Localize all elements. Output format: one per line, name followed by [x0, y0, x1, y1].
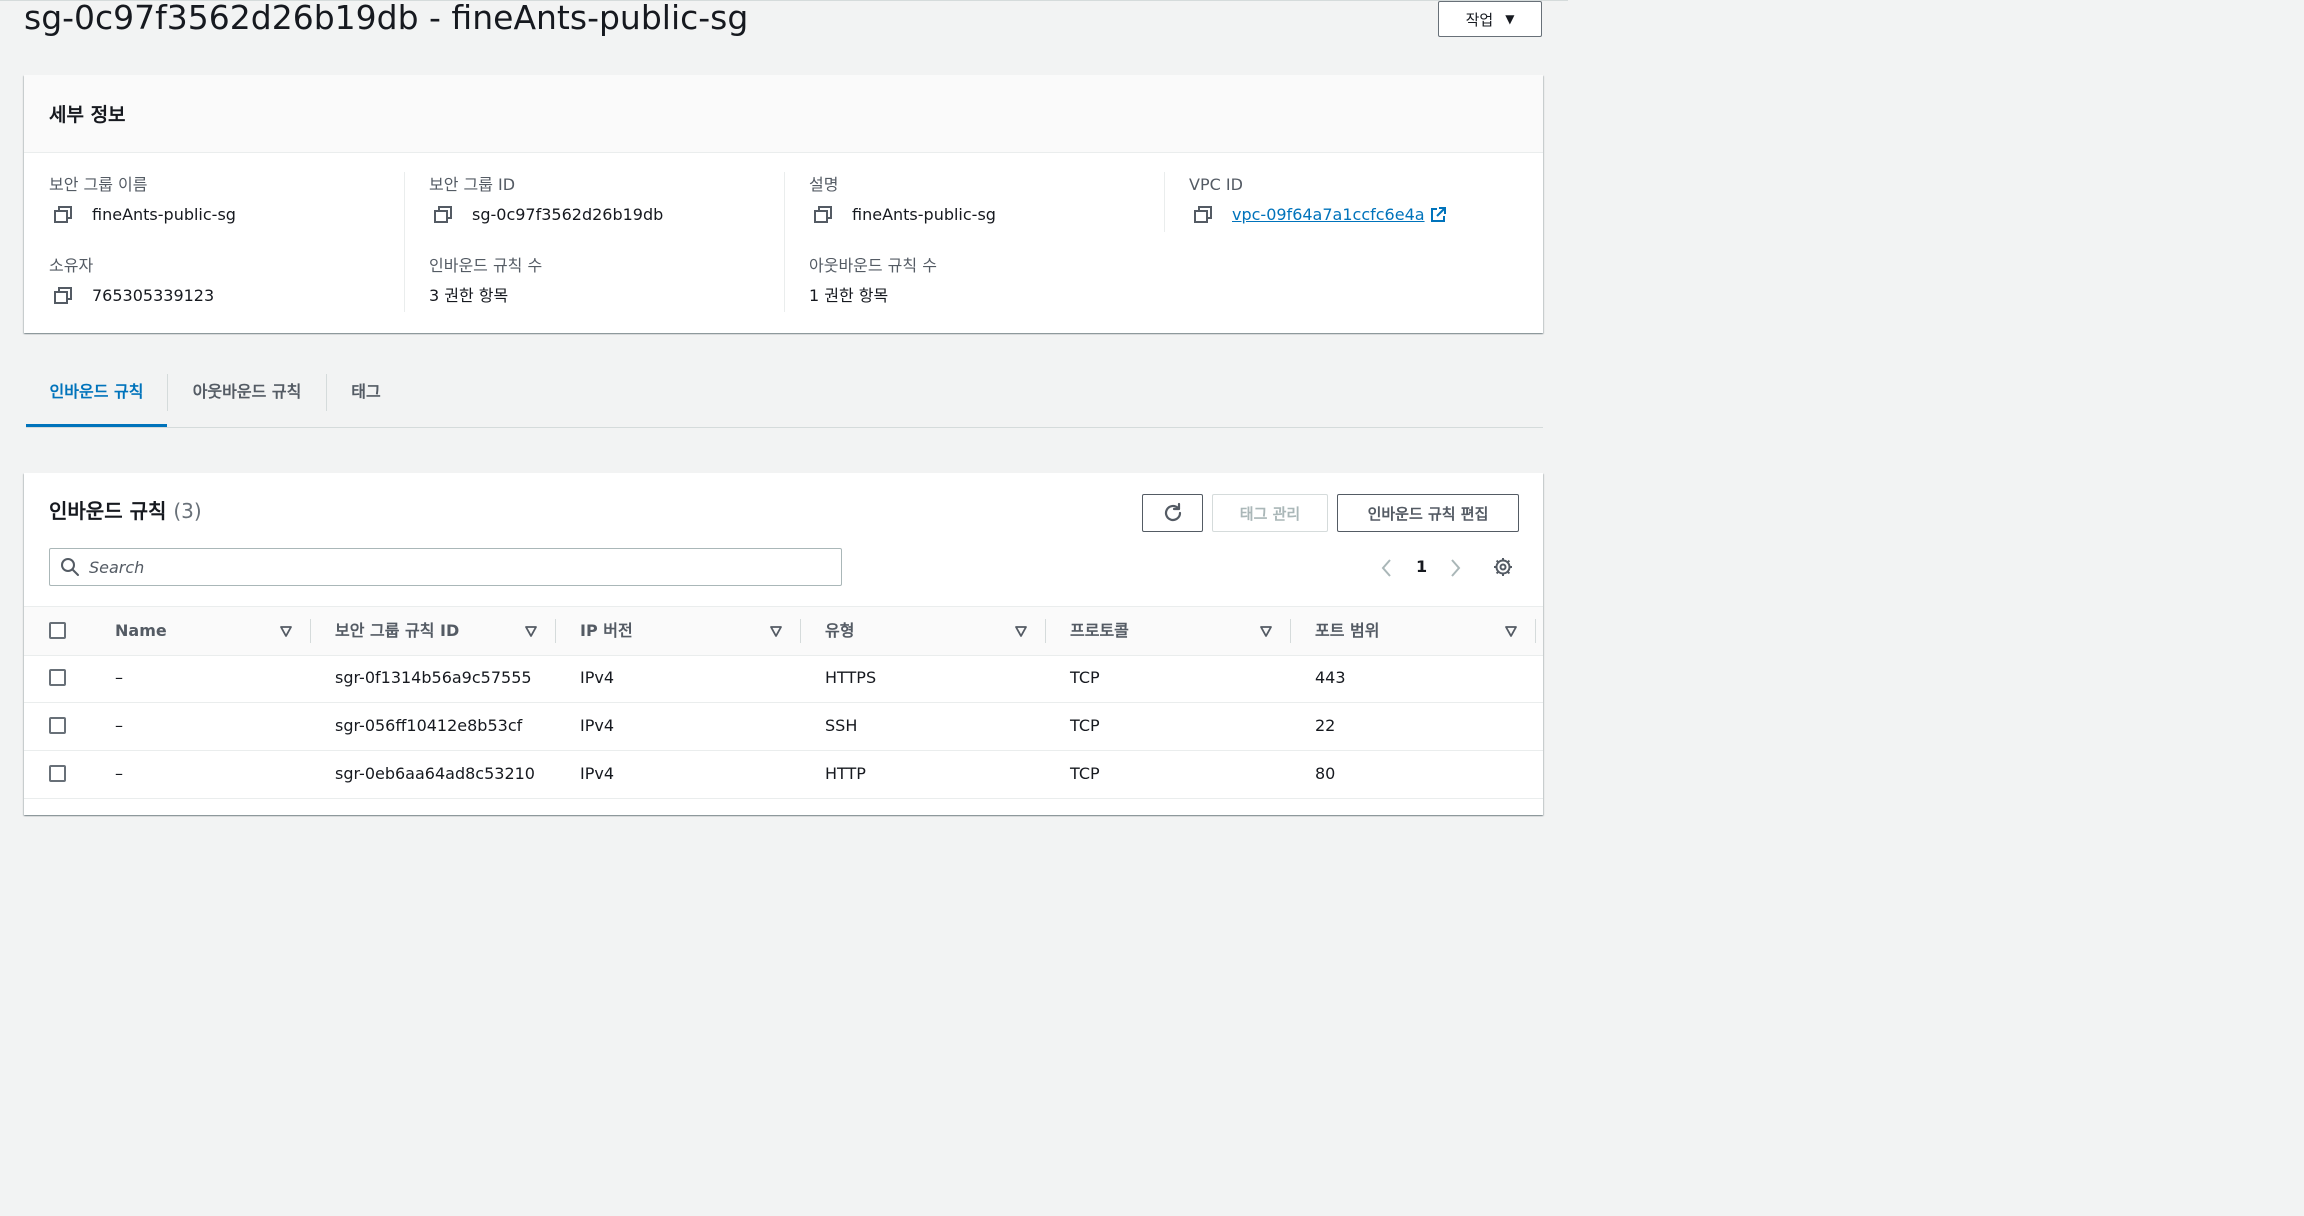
sort-icon[interactable]: [1014, 624, 1028, 638]
cell-protocol: TCP: [1070, 764, 1100, 783]
owner-value: 765305339123: [92, 286, 215, 305]
copy-icon[interactable]: [1193, 206, 1215, 224]
inbound-rules-heading: 인바운드 규칙: [49, 499, 167, 523]
select-all-checkbox[interactable]: [49, 622, 66, 639]
sg-id-value: sg-0c97f3562d26b19db: [472, 205, 664, 224]
inbound-count-value: 3 권한 항목: [429, 286, 509, 305]
cell-ip-version: IPv4: [580, 764, 615, 783]
inbound-rules-panel: 인바운드 규칙 (3) 태그 관리 인바운드 규칙 편집 1 Name 보안 그…: [24, 473, 1543, 815]
chevron-left-icon[interactable]: [1380, 558, 1394, 578]
external-link-icon: [1430, 207, 1446, 222]
column-resizer[interactable]: [310, 619, 311, 643]
cell-protocol: TCP: [1070, 668, 1100, 687]
chevron-right-icon[interactable]: [1448, 558, 1462, 578]
outbound-count-field: 아웃바운드 규칙 수 1 권한 항목: [809, 254, 937, 307]
cell-rule-id: sgr-0f1314b56a9c57555: [335, 668, 532, 687]
sort-icon[interactable]: [524, 624, 538, 638]
inbound-rules-count: (3): [173, 499, 202, 523]
cell-port-range: 22: [1315, 716, 1336, 735]
description-label: 설명: [809, 175, 839, 194]
cell-rule-id: sgr-056ff10412e8b53cf: [335, 716, 523, 735]
row-checkbox[interactable]: [49, 765, 66, 782]
column-resizer[interactable]: [1290, 619, 1291, 643]
column-divider: [1164, 172, 1165, 232]
copy-icon[interactable]: [433, 206, 455, 224]
outbound-count-value: 1 권한 항목: [809, 286, 889, 305]
copy-icon[interactable]: [53, 206, 75, 224]
sg-id-label: 보안 그룹 ID: [429, 175, 516, 194]
sort-icon[interactable]: [1504, 624, 1518, 638]
cell-name: –: [115, 668, 123, 687]
sg-name-value: fineAnts-public-sg: [92, 205, 236, 224]
vpc-id-field: VPC ID vpc-09f64a7a1ccfc6e4a: [1189, 173, 1447, 226]
cell-type: SSH: [825, 716, 858, 735]
column-header-port-range[interactable]: 포트 범위: [1315, 607, 1379, 655]
actions-dropdown-button[interactable]: 작업 ▼: [1438, 1, 1542, 37]
column-resizer[interactable]: [1535, 619, 1536, 643]
search-icon: [61, 558, 79, 576]
sg-name-label: 보안 그룹 이름: [49, 175, 148, 194]
cell-name: –: [115, 764, 123, 783]
table-header: Name 보안 그룹 규칙 ID IP 버전 유형 프로토콜 포트 범위: [24, 606, 1543, 656]
copy-icon[interactable]: [813, 206, 835, 224]
details-title: 세부 정보: [24, 75, 1543, 153]
tab-outbound-rules[interactable]: 아웃바운드 규칙: [168, 365, 326, 427]
column-header-type[interactable]: 유형: [825, 607, 854, 655]
owner-field: 소유자 765305339123: [49, 254, 214, 307]
table-row[interactable]: – sgr-056ff10412e8b53cf IPv4 SSH TCP 22: [24, 702, 1543, 751]
inbound-count-field: 인바운드 규칙 수 3 권한 항목: [429, 254, 542, 307]
cell-rule-id: sgr-0eb6aa64ad8c53210: [335, 764, 535, 783]
manage-tags-button[interactable]: 태그 관리: [1212, 494, 1328, 532]
edit-inbound-rules-button[interactable]: 인바운드 규칙 편집: [1337, 494, 1519, 532]
column-header-name[interactable]: Name: [115, 607, 167, 655]
outbound-count-label: 아웃바운드 규칙 수: [809, 256, 937, 275]
sg-name-field: 보안 그룹 이름 fineAnts-public-sg: [49, 173, 236, 226]
cell-port-range: 443: [1315, 668, 1346, 687]
tab-tags[interactable]: 태그: [327, 365, 405, 427]
column-resizer[interactable]: [555, 619, 556, 643]
cell-protocol: TCP: [1070, 716, 1100, 735]
sort-icon[interactable]: [769, 624, 783, 638]
sort-icon[interactable]: [279, 624, 293, 638]
vpc-id-value: vpc-09f64a7a1ccfc6e4a: [1232, 205, 1425, 224]
description-value: fineAnts-public-sg: [852, 205, 996, 224]
inbound-count-label: 인바운드 규칙 수: [429, 256, 543, 275]
table-row[interactable]: – sgr-0f1314b56a9c57555 IPv4 HTTPS TCP 4…: [24, 654, 1543, 703]
tab-bar: 인바운드 규칙 아웃바운드 규칙 태그: [26, 365, 1543, 428]
search-input[interactable]: [89, 557, 789, 577]
column-resizer[interactable]: [1045, 619, 1046, 643]
page-number[interactable]: 1: [1416, 557, 1427, 576]
column-header-rule-id[interactable]: 보안 그룹 규칙 ID: [335, 607, 459, 655]
copy-icon[interactable]: [53, 287, 75, 305]
search-box: [49, 548, 842, 586]
refresh-button[interactable]: [1142, 494, 1203, 532]
table-row[interactable]: – sgr-0eb6aa64ad8c53210 IPv4 HTTP TCP 80: [24, 750, 1543, 799]
cell-type: HTTP: [825, 764, 866, 783]
cell-name: –: [115, 716, 123, 735]
gear-icon[interactable]: [1493, 557, 1513, 577]
column-resizer[interactable]: [800, 619, 801, 643]
caret-down-icon: ▼: [1505, 12, 1515, 26]
column-divider: [404, 172, 405, 312]
sort-icon[interactable]: [1259, 624, 1273, 638]
description-field: 설명 fineAnts-public-sg: [809, 173, 996, 226]
column-header-protocol[interactable]: 프로토콜: [1070, 607, 1129, 655]
vpc-id-link[interactable]: vpc-09f64a7a1ccfc6e4a: [1232, 204, 1447, 226]
refresh-icon: [1164, 502, 1181, 522]
row-checkbox[interactable]: [49, 717, 66, 734]
column-divider: [784, 172, 785, 312]
row-checkbox[interactable]: [49, 669, 66, 686]
page-title: sg-0c97f3562d26b19db - fineAnts-public-s…: [24, 0, 749, 37]
cell-ip-version: IPv4: [580, 716, 615, 735]
cell-type: HTTPS: [825, 668, 877, 687]
tab-inbound-rules[interactable]: 인바운드 규칙: [26, 365, 167, 427]
cell-port-range: 80: [1315, 764, 1336, 783]
vpc-id-label: VPC ID: [1189, 175, 1243, 194]
column-header-ip-version[interactable]: IP 버전: [580, 607, 633, 655]
owner-label: 소유자: [49, 256, 94, 275]
sg-id-field: 보안 그룹 ID sg-0c97f3562d26b19db: [429, 173, 663, 226]
cell-ip-version: IPv4: [580, 668, 615, 687]
actions-label: 작업: [1465, 10, 1494, 29]
inbound-rules-title: 인바운드 규칙 (3): [49, 495, 202, 524]
